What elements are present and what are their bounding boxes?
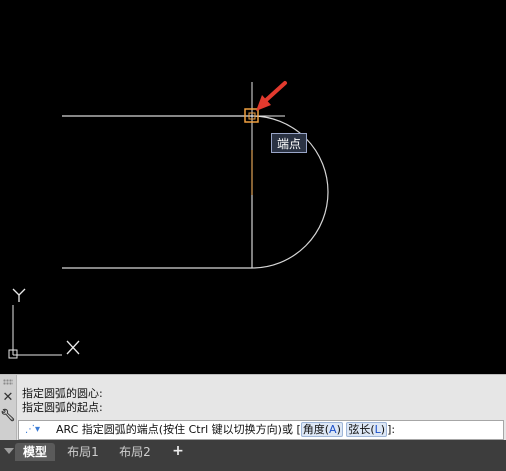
history-line: 指定圆弧的圆心: bbox=[22, 387, 103, 400]
command-prompt-icon[interactable]: ⋰▾ bbox=[25, 424, 51, 436]
command-side-strip: ✕ 🔧︎ bbox=[0, 375, 17, 441]
prompt-suffix: ]: bbox=[387, 423, 396, 436]
option-chord-length[interactable]: 弦长(L) bbox=[346, 422, 388, 437]
drawing-svg bbox=[8, 81, 329, 359]
wrench-icon[interactable]: 🔧︎ bbox=[0, 408, 15, 422]
command-line-panel: ✕ 🔧︎ 指定圆弧的圆心: 指定圆弧的起点: ⋰▾ ARC 指定圆弧的端点(按住… bbox=[0, 374, 506, 441]
option-angle[interactable]: 角度(A) bbox=[300, 422, 343, 437]
add-layout-button[interactable]: + bbox=[171, 443, 185, 459]
prompt-prefix: ARC 指定圆弧的端点(按住 Ctrl 键以切换方向)或 [ bbox=[56, 423, 301, 436]
close-icon[interactable]: ✕ bbox=[2, 390, 14, 405]
ucs-icon bbox=[8, 288, 80, 359]
command-history: 指定圆弧的圆心: 指定圆弧的起点: bbox=[22, 387, 103, 415]
tab-layout1[interactable]: 布局1 bbox=[61, 443, 105, 461]
tab-model[interactable]: 模型 bbox=[15, 443, 55, 461]
osnap-tooltip: 端点 bbox=[271, 133, 307, 153]
tab-layout2[interactable]: 布局2 bbox=[113, 443, 157, 461]
drawing-canvas[interactable]: 端点 bbox=[0, 0, 506, 374]
tabs-menu-icon[interactable] bbox=[4, 448, 14, 454]
red-arrow-icon bbox=[256, 81, 287, 111]
command-prompt: ARC 指定圆弧的端点(按住 Ctrl 键以切换方向)或 [角度(A) 弦长(L… bbox=[56, 421, 395, 439]
command-input[interactable]: ⋰▾ ARC 指定圆弧的端点(按住 Ctrl 键以切换方向)或 [角度(A) 弦… bbox=[18, 420, 504, 440]
layout-tabs-bar: 模型 布局1 布局2 + bbox=[0, 440, 506, 471]
history-line: 指定圆弧的起点: bbox=[22, 401, 103, 414]
grip-handle[interactable] bbox=[3, 379, 13, 385]
